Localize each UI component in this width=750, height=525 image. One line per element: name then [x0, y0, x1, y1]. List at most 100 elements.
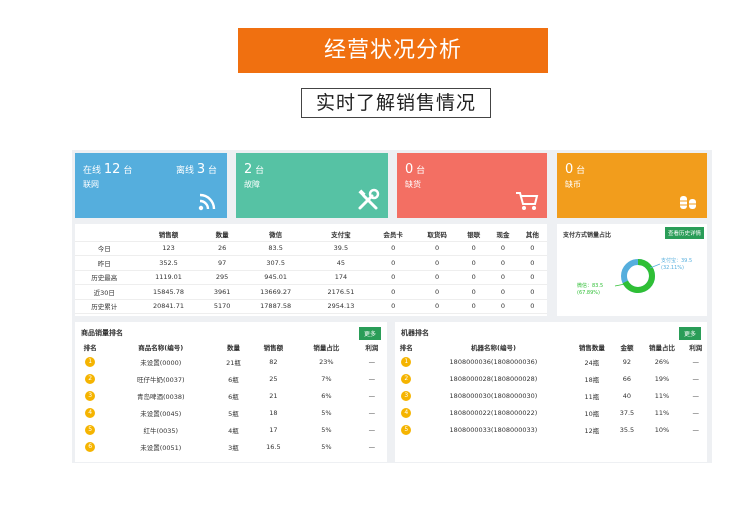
summary-header-cell: 取货码	[415, 227, 460, 242]
summary-header-row: 销售额 数量 微信 支付宝 会员卡 取货码 银联 现金 其他	[75, 227, 547, 242]
summary-header-cell: 销售额	[133, 227, 204, 242]
rank-medal-icon: 2	[85, 373, 96, 384]
machine-cell: 35.5	[619, 425, 635, 434]
machine-cell: 1808000036(1808000036)	[449, 357, 538, 366]
table-row[interactable]: 4 1808000022(1808000022) 10瓶 37.5 11% —	[395, 404, 707, 421]
period-label: 今日	[75, 241, 134, 256]
rank-cell: 6	[75, 438, 105, 455]
banner-title: 经营状况分析	[238, 28, 548, 73]
product-rank-table: 排名 商品名称(编号) 数量 销售额 销量占比 利润 1 未设置(0000) 21瓶 82 23%…	[75, 341, 387, 455]
product-cell: —	[368, 408, 376, 417]
network-label: 联网	[83, 180, 99, 189]
product-more-button[interactable]: 更多	[358, 327, 381, 340]
period-label: 历史最高	[75, 270, 134, 285]
card-out-of-stock[interactable]: 0 台 缺货	[397, 153, 547, 218]
table-row: 历史累计 20841.71 5170 17887.58 2954.13 0 0 0 0 0	[75, 299, 547, 314]
summary-cell: 123	[133, 241, 204, 256]
table-row: 近30日 15845.78 3961 13669.27 2176.51 0 0 0 0 0	[75, 284, 547, 300]
summary-cell: 39.5	[310, 241, 372, 256]
product-cell: 5%	[321, 425, 332, 434]
table-row[interactable]: 3 青岛啤酒(0038) 6瓶 21 6% —	[75, 387, 387, 404]
payment-share-panel: 支付方式销量占比 查看历史详情 支付宝：39.5 (32.11%) 微信：83.…	[557, 224, 707, 316]
stock-count: 0	[405, 162, 414, 177]
sales-summary-panel: 销售额 数量 微信 支付宝 会员卡 取货码 银联 现金 其他 今日 123 26 83.5 39.5 0 0…	[75, 224, 547, 316]
rank-medal-icon: 1	[85, 356, 96, 367]
machine-cell: —	[692, 425, 699, 434]
wechat-label: 微信：83.5	[577, 282, 603, 289]
product-cell: 6%	[321, 391, 332, 400]
alipay-label: 支付宝：39.5	[661, 257, 692, 264]
coins-label: 缺币	[565, 180, 581, 189]
machine-cell: 19%	[654, 374, 670, 383]
summary-header-cell: 微信	[240, 227, 311, 242]
card-fault[interactable]: 2 台 故障	[236, 153, 388, 218]
product-cell: —	[368, 442, 376, 451]
rank-cell: 5	[395, 421, 417, 438]
table-row[interactable]: 1 未设置(0000) 21瓶 82 23% —	[75, 353, 387, 370]
fault-count: 2	[244, 162, 253, 177]
summary-cell: 0	[371, 241, 416, 256]
product-header-cell: 商品名称(编号)	[138, 344, 184, 352]
wechat-percent: (67.89%)	[577, 290, 600, 296]
summary-cell: 174	[310, 270, 372, 285]
machine-cell: 1808000030(1808000030)	[449, 391, 538, 400]
machine-rank-table: 排名 机器名称(编号) 销售数量 金额 销量占比 利润 1 1808000036(18080…	[395, 341, 707, 438]
offline-unit: 台	[207, 166, 217, 176]
summary-cell: 97	[203, 255, 241, 271]
rank-medal-icon: 4	[401, 407, 412, 418]
summary-header-cell: 其他	[517, 227, 547, 242]
summary-cell: 2954.13	[310, 299, 372, 314]
machine-cell: 10%	[654, 425, 670, 434]
summary-cell: 0	[488, 284, 518, 300]
table-row[interactable]: 1 1808000036(1808000036) 24瓶 92 26% —	[395, 353, 707, 370]
machine-header-cell: 机器名称(编号)	[470, 344, 516, 352]
rank-cell: 2	[75, 370, 105, 387]
sales-summary-table: 销售额 数量 微信 支付宝 会员卡 取货码 银联 现金 其他 今日 123 26 83.5 39.5 0 0…	[75, 227, 547, 314]
machine-cell: 12瓶	[584, 426, 600, 435]
rank-medal-icon: 5	[85, 424, 96, 435]
summary-cell: 0	[517, 299, 547, 314]
rank-cell: 3	[395, 387, 417, 404]
product-cell: —	[368, 391, 376, 400]
product-cell: 17	[269, 425, 278, 434]
table-row[interactable]: 2 旺仔牛奶(0037) 6瓶 25 7% —	[75, 370, 387, 387]
table-row[interactable]: 4 未设置(0045) 5瓶 18 5% —	[75, 404, 387, 421]
rank-cell: 1	[75, 353, 105, 370]
summary-cell: 1119.01	[133, 270, 204, 285]
summary-cell: 15845.78	[133, 284, 204, 300]
card-online[interactable]: 在线 12 台 联网 离线 3 台	[75, 153, 227, 218]
table-row[interactable]: 2 1808000028(1808000028) 18瓶 66 19% —	[395, 370, 707, 387]
summary-cell: 45	[310, 255, 372, 271]
rank-medal-icon: 2	[401, 373, 412, 384]
product-cell: 5%	[321, 408, 332, 417]
table-row[interactable]: 6 未设置(0051) 3瓶 16.5 5% —	[75, 438, 387, 455]
summary-cell: 0	[371, 284, 416, 300]
offline-label: 离线	[175, 166, 194, 176]
summary-header-cell: 现金	[488, 227, 518, 242]
product-cell: 未设置(0000)	[140, 358, 182, 367]
product-cell: 青岛啤酒(0038)	[136, 392, 185, 401]
table-row: 历史最高 1119.01 295 945.01 174 0 0 0 0 0	[75, 270, 547, 285]
alipay-percent: (32.11%)	[661, 265, 684, 271]
machine-cell: 1808000033(1808000033)	[449, 425, 538, 434]
tools-icon	[358, 188, 380, 210]
product-cell: 16.5	[266, 442, 281, 451]
rank-medal-icon: 4	[85, 407, 96, 418]
rank-medal-icon: 5	[401, 424, 412, 435]
product-rank-panel: 商品销量排名 更多 排名 商品名称(编号) 数量 销售额 销量占比 利润 1 未设置(000…	[75, 322, 387, 462]
product-cell: 25	[269, 374, 278, 383]
table-row[interactable]: 3 1808000030(1808000030) 11瓶 40 11% —	[395, 387, 707, 404]
summary-cell: 5170	[203, 299, 241, 314]
table-row[interactable]: 5 红牛(0035) 4瓶 17 5% —	[75, 421, 387, 438]
machine-cell: 11%	[654, 408, 670, 417]
product-cell: 旺仔牛奶(0037)	[136, 375, 185, 384]
online-count: 12	[103, 162, 121, 177]
machine-header-cell: 销售数量	[578, 344, 605, 352]
summary-cell: 20841.71	[133, 299, 204, 314]
machine-cell: 26%	[654, 357, 670, 366]
machine-more-button[interactable]: 更多	[678, 327, 701, 340]
rank-medal-icon: 6	[85, 441, 96, 452]
table-row[interactable]: 5 1808000033(1808000033) 12瓶 35.5 10% —	[395, 421, 707, 438]
card-out-of-coins[interactable]: 0 台 缺币	[557, 153, 707, 218]
product-cell: 6瓶	[228, 375, 239, 384]
